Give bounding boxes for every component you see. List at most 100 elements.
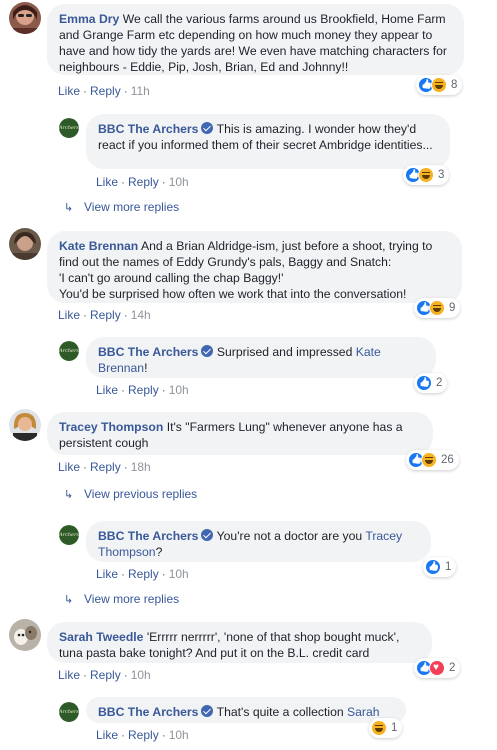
comment-text-line: 'I can't go around calling the chap Bagg… [59,271,284,285]
reply-bubble: BBC The Archers That's quite a collectio… [86,697,406,723]
reply-arrow-icon: ↳ [64,489,74,501]
comment-bubble: Kate Brennan And a Brian Aldridge-ism, j… [47,231,462,303]
like-button[interactable]: Like [96,567,118,581]
archers-logo-icon: Archers [59,118,79,138]
comment-bubble: Tracey Thompson It's "Farmers Lung" when… [47,412,433,455]
haha-reaction-icon [431,77,447,93]
comment-bubble: Emma Dry We call the various farms aroun… [47,4,464,75]
comment-author[interactable]: Tracey Thompson [59,420,163,434]
timestamp[interactable]: 10h [169,175,189,189]
like-button[interactable]: Like [96,728,118,742]
avatar[interactable]: Archers [59,702,79,722]
timestamp[interactable]: 11h [131,84,150,98]
timestamp[interactable]: 10h [169,383,189,397]
reply-bubble: BBC The Archers Surprised and impressed … [86,337,436,378]
like-reaction-icon [425,559,441,575]
mention-link[interactable]: Sarah [347,705,380,719]
comment-actions: Like · Reply · 10h [96,175,189,189]
comment-text: That's quite a collection [216,705,344,719]
avatar[interactable]: Archers [59,341,79,361]
comment-actions: Like · Reply · 10h [96,383,189,397]
avatar-tracey-thompson [9,409,41,441]
reaction-summary[interactable]: 8 [416,75,463,95]
avatar[interactable] [9,619,41,651]
like-button[interactable]: Like [96,175,118,189]
reaction-count: 26 [441,454,454,466]
timestamp[interactable]: 18h [131,460,151,474]
like-button[interactable]: Like [58,84,80,98]
like-reaction-icon [416,375,432,391]
reaction-count: 2 [449,662,456,674]
comment-actions: Like · Reply · 11h [58,84,150,98]
reply-button[interactable]: Reply [128,567,159,581]
view-more-replies-link[interactable]: ↳ View more replies [64,592,179,606]
verified-badge-icon [201,529,214,541]
reply-button[interactable]: Reply [90,84,121,98]
like-button[interactable]: Like [58,460,80,474]
comment-actions: Like · Reply · 14h [58,308,151,322]
reaction-count: 1 [391,722,398,734]
reaction-count: 1 [445,561,452,573]
comment-text: You're not a doctor are you [216,529,363,543]
avatar[interactable]: Archers [59,525,79,545]
avatar[interactable] [9,409,41,441]
comment-author[interactable]: Kate Brennan [59,239,138,253]
love-reaction-icon [429,660,445,676]
avatar[interactable]: Archers [59,118,79,138]
avatar-kate-brennan [9,228,41,260]
reply-button[interactable]: Reply [90,460,121,474]
comment-author[interactable]: BBC The Archers [98,122,198,136]
comment-author[interactable]: Emma Dry [59,12,119,26]
timestamp[interactable]: 10h [169,567,189,581]
reply-bubble: BBC The Archers This is amazing. I wonde… [86,114,450,169]
comment-author[interactable]: BBC The Archers [98,529,198,543]
haha-reaction-icon [418,167,434,183]
reaction-summary[interactable]: 9 [414,298,461,318]
comment-text-line: You'd be surprised how often we work tha… [59,287,407,301]
reaction-summary[interactable]: 2 [414,658,461,678]
reply-button[interactable]: Reply [128,728,159,742]
comment-author[interactable]: Sarah Tweedle [59,630,143,644]
reaction-count: 2 [436,377,443,389]
comment-actions: Like · Reply · 10h [58,668,151,682]
avatar[interactable] [9,228,41,260]
haha-reaction-icon [429,300,445,316]
view-previous-replies-link[interactable]: ↳ View previous replies [64,487,197,501]
reaction-summary[interactable]: 26 [406,450,459,470]
reaction-summary[interactable]: 1 [369,718,403,738]
comment-actions: Like · Reply · 10h [96,567,189,581]
reaction-summary[interactable]: 1 [423,557,457,577]
reply-button[interactable]: Reply [128,383,159,397]
verified-badge-icon [201,705,214,717]
timestamp[interactable]: 10h [131,668,151,682]
reply-bubble: BBC The Archers You're not a doctor are … [86,521,431,562]
avatar-sarah-tweedle [9,619,41,651]
archers-logo-icon: Archers [59,341,79,361]
haha-reaction-icon [371,720,387,736]
reaction-count: 8 [451,79,458,91]
timestamp[interactable]: 14h [131,308,151,322]
reply-button[interactable]: Reply [90,668,121,682]
haha-reaction-icon [421,452,437,468]
like-button[interactable]: Like [96,383,118,397]
reaction-count: 9 [449,302,456,314]
avatar[interactable] [9,2,41,34]
comment-text: Surprised and impressed [216,345,353,359]
archers-logo-icon: Archers [59,525,79,545]
reply-arrow-icon: ↳ [64,202,74,214]
reaction-summary[interactable]: 2 [414,373,448,393]
comment-actions: Like · Reply · 10h [96,728,189,742]
reply-button[interactable]: Reply [128,175,159,189]
view-more-replies-link[interactable]: ↳ View more replies [64,200,179,214]
comment-author[interactable]: BBC The Archers [98,345,198,359]
verified-badge-icon [201,122,214,134]
like-button[interactable]: Like [58,668,80,682]
reaction-count: 3 [438,169,445,181]
timestamp[interactable]: 10h [169,728,189,742]
verified-badge-icon [201,345,214,357]
like-button[interactable]: Like [58,308,80,322]
comment-author[interactable]: BBC The Archers [98,705,198,719]
reaction-summary[interactable]: 3 [403,165,450,185]
archers-logo-icon: Archers [59,702,79,722]
reply-button[interactable]: Reply [90,308,121,322]
